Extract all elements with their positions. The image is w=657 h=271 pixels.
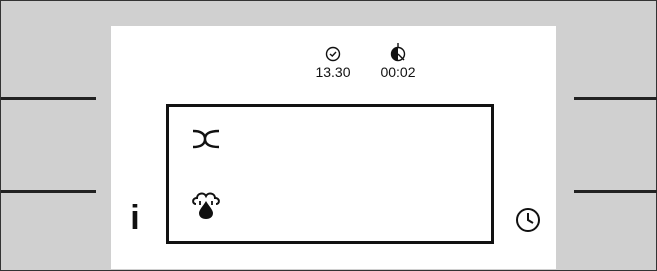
menu-box — [166, 104, 494, 244]
time-value: 13.30 — [315, 64, 351, 80]
left-sensor-line-bottom[interactable] — [1, 190, 96, 193]
clock-check-icon — [325, 46, 341, 62]
steam-drop-icon — [192, 192, 220, 219]
left-sensor-line-top[interactable] — [1, 97, 96, 100]
clock-icon — [516, 208, 540, 232]
control-panel: 13.30 00:02 i — [0, 0, 657, 271]
menu-item-dual-curve[interactable] — [191, 127, 221, 156]
menu-item-steam[interactable] — [191, 191, 221, 226]
two-curves-icon — [192, 129, 220, 149]
duration-status: 00:02 — [370, 42, 426, 80]
time-status: 13.30 — [308, 46, 358, 80]
duration-value: 00:02 — [380, 64, 416, 80]
timer-icon — [390, 43, 406, 62]
display-screen: 13.30 00:02 i — [111, 26, 556, 269]
info-button[interactable]: i — [124, 198, 146, 238]
clock-button[interactable] — [514, 206, 542, 234]
right-sensor-line-bottom[interactable] — [574, 190, 657, 193]
right-sensor-line-top[interactable] — [574, 97, 657, 100]
